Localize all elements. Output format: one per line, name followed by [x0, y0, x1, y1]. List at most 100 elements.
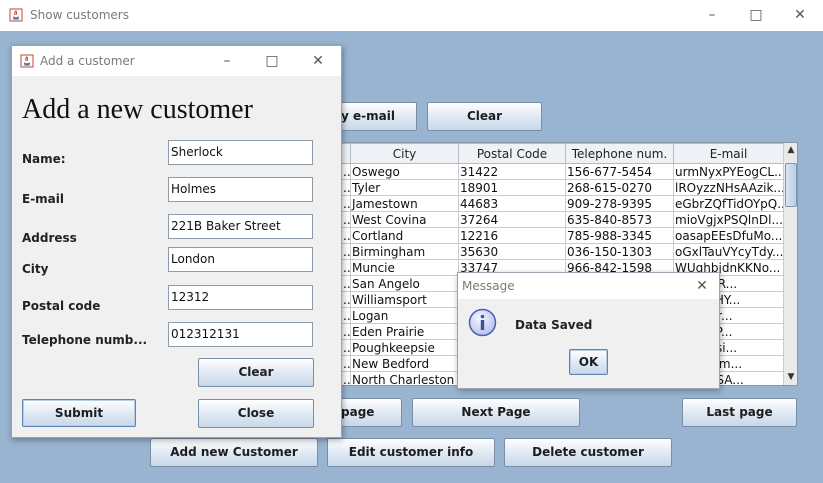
column-header-postal[interactable]: Postal Code [458, 143, 566, 164]
table-cell: .. [341, 179, 351, 196]
table-row[interactable]: .. Jamestown 44683 909-278-9395 eGbrZQfTidOY… [341, 195, 784, 212]
table-cell: 036-150-1303 [565, 243, 674, 260]
dialog-close-button[interactable]: Close [198, 399, 314, 428]
table-cell: .. [341, 243, 351, 260]
table-cell: .. [341, 275, 351, 292]
table-row[interactable]: .. West Covina 37264 635-840-8573 mioVgjxPSQ… [341, 211, 784, 228]
telephone-field[interactable]: 012312131 [168, 322, 313, 347]
column-header-hidden[interactable] [341, 143, 351, 164]
close-icon[interactable]: ✕ [780, 0, 820, 31]
table-cell: eGbrZQfTidOYpQ... [673, 195, 784, 212]
table-cell: 35630 [458, 243, 566, 260]
email-label: E-mail [22, 192, 65, 206]
table-cell: 31422 [458, 163, 566, 180]
table-cell: mioVgjxPSQlnDl... [673, 211, 784, 228]
name-field[interactable]: Sherlock [168, 140, 313, 165]
message-text: Data Saved [515, 318, 593, 332]
table-cell: San Angelo [350, 275, 459, 292]
scroll-up-icon[interactable]: ▲ [784, 143, 797, 157]
table-cell: .. [341, 339, 351, 356]
telephone-label: Telephone numb... [22, 333, 148, 347]
table-row[interactable]: .. Birmingham 35630 036-150-1303 oGxlTauVYcy… [341, 243, 784, 260]
table-cell: West Covina [350, 211, 459, 228]
add-customer-button[interactable]: Add new Customer [150, 438, 318, 467]
name-label: Name: [22, 152, 66, 166]
edit-customer-button[interactable]: Edit customer info [327, 438, 495, 467]
address-field[interactable]: 221B Baker Street [168, 214, 313, 239]
message-title-bar: Message ✕ [458, 273, 719, 299]
table-cell: .. [341, 259, 351, 276]
close-icon[interactable]: ✕ [688, 273, 716, 299]
dialog-title-bar: Add a customer – □ ✕ [12, 46, 341, 76]
table-row[interactable]: .. Tyler 18901 268-615-0270 lROyzzNHsAAzik..… [341, 179, 784, 196]
table-cell: Eden Prairie [350, 323, 459, 340]
table-cell: Birmingham [350, 243, 459, 260]
message-dialog: Message ✕ Data Saved OK [457, 272, 720, 389]
table-cell: .. [341, 307, 351, 324]
table-cell: oGxlTauVYcyTdy... [673, 243, 784, 260]
table-cell: .. [341, 163, 351, 180]
table-header-row: City Postal Code Telephone num. E-mail [341, 143, 784, 164]
table-cell: 156-677-5454 [565, 163, 674, 180]
city-label: City [22, 262, 49, 276]
table-cell: North Charleston [350, 371, 459, 385]
postal-code-field[interactable]: 12312 [168, 285, 313, 310]
table-cell: 37264 [458, 211, 566, 228]
table-cell: 268-615-0270 [565, 179, 674, 196]
table-cell: Poughkeepsie [350, 339, 459, 356]
ok-button[interactable]: OK [569, 349, 608, 375]
table-cell: Muncie [350, 259, 459, 276]
dialog-clear-button[interactable]: Clear [198, 358, 314, 387]
dialog-title: Add a customer [40, 54, 135, 68]
table-cell: 635-840-8573 [565, 211, 674, 228]
table-cell: Williamsport [350, 291, 459, 308]
table-row[interactable]: .. Oswego 31422 156-677-5454 urmNyxPYEogCL..… [341, 163, 784, 180]
column-header-phone[interactable]: Telephone num. [565, 143, 674, 164]
table-cell: Logan [350, 307, 459, 324]
vertical-scrollbar[interactable]: ▲ ▼ [783, 143, 797, 385]
table-cell: .. [341, 195, 351, 212]
scrollbar-thumb[interactable] [785, 163, 797, 207]
minimize-icon[interactable]: – [210, 46, 244, 76]
main-window-title: Show customers [30, 8, 129, 22]
table-cell: Jamestown [350, 195, 459, 212]
column-header-city[interactable]: City [350, 143, 459, 164]
table-cell: .. [341, 211, 351, 228]
add-customer-dialog: Add a customer – □ ✕ Add a new customer … [11, 45, 342, 438]
close-icon[interactable]: ✕ [301, 46, 335, 76]
table-cell: .. [341, 291, 351, 308]
table-cell: New Bedford [350, 355, 459, 372]
table-cell: Cortland [350, 227, 459, 244]
main-title-bar: Show customers – □ ✕ [0, 0, 823, 31]
column-header-email[interactable]: E-mail [673, 143, 784, 164]
table-cell: Oswego [350, 163, 459, 180]
table-cell: 44683 [458, 195, 566, 212]
delete-customer-button[interactable]: Delete customer [504, 438, 672, 467]
last-page-button[interactable]: Last page [682, 398, 797, 427]
table-cell: .. [341, 227, 351, 244]
java-app-icon [9, 8, 23, 22]
table-cell: 18901 [458, 179, 566, 196]
info-icon [468, 308, 497, 337]
table-cell: 12216 [458, 227, 566, 244]
table-cell: .. [341, 371, 351, 386]
table-cell: lROyzzNHsAAzik... [673, 179, 784, 196]
email-field[interactable]: Holmes [168, 177, 313, 202]
table-cell: Tyler [350, 179, 459, 196]
address-label: Address [22, 231, 77, 245]
postal-code-label: Postal code [22, 299, 101, 313]
maximize-icon[interactable]: □ [736, 0, 776, 31]
java-app-icon [20, 54, 34, 68]
minimize-icon[interactable]: – [692, 0, 732, 31]
table-cell: .. [341, 355, 351, 372]
table-row[interactable]: .. Cortland 12216 785-988-3345 oasapEEsDfuMo… [341, 227, 784, 244]
table-cell: urmNyxPYEogCL... [673, 163, 784, 180]
table-cell: oasapEEsDfuMo... [673, 227, 784, 244]
scroll-down-icon[interactable]: ▼ [784, 370, 797, 384]
maximize-icon[interactable]: □ [255, 46, 289, 76]
next-page-button[interactable]: Next Page [412, 398, 580, 427]
city-field[interactable]: London [168, 247, 313, 272]
submit-button[interactable]: Submit [22, 399, 136, 427]
table-cell: .. [341, 323, 351, 340]
clear-table-button[interactable]: Clear [427, 102, 542, 131]
